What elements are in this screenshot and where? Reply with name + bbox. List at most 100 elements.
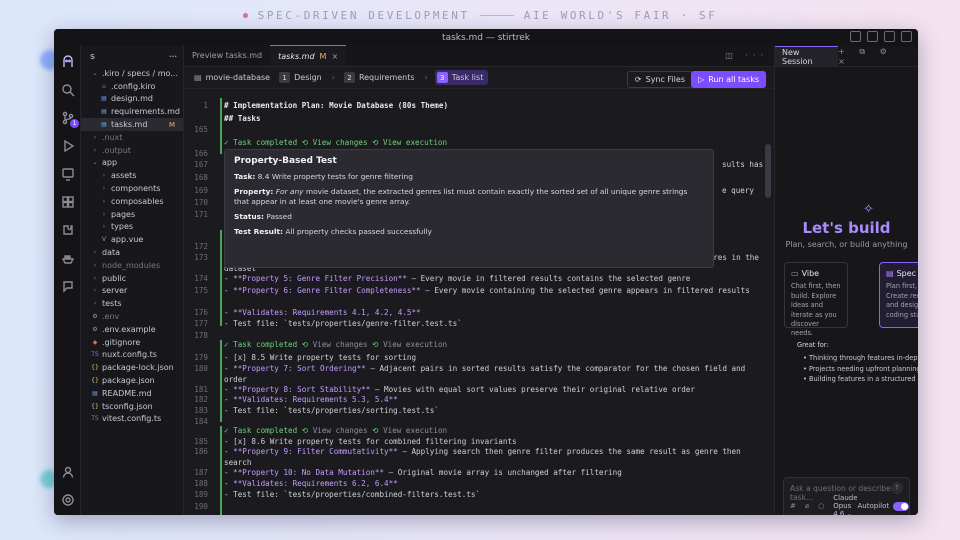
tree-item[interactable]: {} package.json <box>81 374 183 387</box>
settings-gear-icon[interactable] <box>60 492 75 507</box>
sync-files-button[interactable]: ⟳ Sync Files <box>626 71 693 88</box>
line-number: 184 <box>194 417 208 426</box>
tree-item[interactable]: TS nuxt.config.ts <box>81 349 183 362</box>
code-line: ## Tasks <box>224 114 261 123</box>
editor-actions[interactable]: ◫ ··· <box>725 51 768 60</box>
vue-icon: V <box>101 236 107 244</box>
tree-item[interactable]: ▤ tasks.md M <box>81 118 183 131</box>
model-label: Claude Opus 4.6 <box>833 494 858 515</box>
layout-icon[interactable] <box>867 31 878 42</box>
tab-preview-tasks[interactable]: Preview tasks.md <box>184 45 270 66</box>
tree-item[interactable]: › tests <box>81 297 183 310</box>
split-icon[interactable] <box>884 31 895 42</box>
code-line: - **Property 7: Sort Ordering** — Adjace… <box>224 364 746 384</box>
gear-icon: ⚙ <box>92 313 98 321</box>
ide-window: tasks.md — stirtrek 1 S ··· ⌄ .kiro / spe… <box>54 29 918 515</box>
tree-item[interactable]: › .nuxt <box>81 131 183 144</box>
tree-item[interactable]: Vapp.vue <box>81 233 183 246</box>
search-icon[interactable] <box>60 82 75 97</box>
kiro-icon[interactable] <box>60 54 75 69</box>
view-changes-link[interactable]: View changes <box>313 426 368 435</box>
view-changes-link[interactable]: View changes <box>313 340 368 349</box>
tree-item[interactable]: › pages <box>81 208 183 221</box>
editor-scrollbar[interactable] <box>765 144 771 198</box>
tree-item-label: .env.example <box>102 324 156 334</box>
source-control-icon[interactable]: 1 <box>60 110 79 128</box>
toggle-switch[interactable] <box>893 501 910 511</box>
tree-item[interactable]: {} package-lock.json <box>81 361 183 374</box>
tree-item[interactable]: ▤ requirements.md <box>81 105 183 118</box>
run-all-tasks-button[interactable]: ▷ Run all tasks <box>691 71 766 88</box>
remote-explorer-icon[interactable] <box>60 166 75 181</box>
tab-tasks-md[interactable]: tasks.md M × <box>270 45 347 66</box>
tree-item[interactable]: TS vitest.config.ts <box>81 413 183 426</box>
step-requirements[interactable]: 2 Requirements <box>342 70 420 85</box>
tree-item[interactable]: › public <box>81 272 183 285</box>
docker-icon[interactable] <box>60 250 75 265</box>
tree-item[interactable]: ◆ .gitignore <box>81 336 183 349</box>
git-change-marker <box>220 340 222 422</box>
tree-item[interactable]: › data <box>81 246 183 259</box>
bullet-text: Thinking through features in-depth <box>809 354 918 363</box>
task-status-line[interactable]: ✓ Task completed ⟲ View changes ⟲ View e… <box>224 340 762 349</box>
markdown-icon: ▤ <box>92 389 98 397</box>
tree-item-label: .nuxt <box>102 132 123 142</box>
spec-mode-card[interactable]: ▤Spec Plan first, then build. Create req… <box>879 262 918 328</box>
tree-item[interactable]: ▤ design.md <box>81 93 183 106</box>
view-execution-link[interactable]: View execution <box>383 340 447 349</box>
tree-item[interactable]: › composables <box>81 195 183 208</box>
step-number: 3 <box>436 72 448 83</box>
line-number: 174 <box>194 274 208 283</box>
step-task-list[interactable]: 3 Task list <box>434 70 489 85</box>
step-number: 1 <box>279 72 291 83</box>
vibe-mode-card[interactable]: ▭ Vibe Chat first, then build. Explore id… <box>784 262 848 337</box>
bullet-text: Building features in a structured way <box>809 375 918 384</box>
step-design[interactable]: 1 Design <box>277 70 327 85</box>
tree-item[interactable]: ⌄ .kiro / specs / mo... <box>81 67 183 80</box>
paperclip-icon[interactable]: ⌀ <box>805 502 809 510</box>
puzzle-icon[interactable] <box>60 222 75 237</box>
explorer-more-icon[interactable]: ··· <box>169 53 177 61</box>
view-execution-link[interactable]: View execution <box>383 426 447 435</box>
tree-item[interactable]: ▤ README.md <box>81 387 183 400</box>
tree-item[interactable]: ⚙ .env <box>81 310 183 323</box>
account-avatar-icon[interactable] <box>60 464 75 479</box>
line-number: 190 <box>194 502 208 511</box>
great-for-item: • Building features in a structured way <box>797 374 918 384</box>
hash-icon[interactable]: # <box>790 502 796 510</box>
chat-tools[interactable]: + ⧉ ⚙ × <box>838 47 912 66</box>
tree-item-label: .kiro / specs / mo... <box>102 68 178 78</box>
tree-item[interactable]: › server <box>81 285 183 298</box>
banner-right-text: AIE WORLD'S FAIR · SF <box>523 8 718 22</box>
popup-property: Property: For any movie dataset, the ext… <box>234 187 704 207</box>
send-arrow-icon[interactable]: ↑ <box>891 482 903 494</box>
tree-item-label: composables <box>111 196 164 206</box>
chevron-right-icon: › <box>93 274 97 282</box>
extensions-icon[interactable] <box>60 194 75 209</box>
tree-item[interactable]: › node_modules <box>81 259 183 272</box>
autopilot-toggle[interactable]: Autopilot <box>858 501 910 511</box>
tree-item[interactable]: ⚙ .env.example <box>81 323 183 336</box>
tree-item[interactable]: › assets <box>81 169 183 182</box>
tree-item-label: tests <box>102 299 122 309</box>
tree-item[interactable]: ▫ .config.kiro <box>81 80 183 93</box>
task-status-line[interactable]: ✓ Task completed ⟲ View changes ⟲ View e… <box>224 426 762 435</box>
circle-icon[interactable]: ○ <box>818 502 824 510</box>
chat-icon[interactable] <box>60 278 75 293</box>
tree-item[interactable]: › .output <box>81 144 183 157</box>
line-number: 166 <box>194 149 208 158</box>
tree-item[interactable]: ⌄ app <box>81 157 183 170</box>
tree-item[interactable]: › types <box>81 221 183 234</box>
account-icon[interactable] <box>901 31 912 42</box>
step-label: Design <box>294 73 322 82</box>
run-debug-icon[interactable] <box>60 138 75 153</box>
close-icon[interactable]: × <box>331 52 338 61</box>
task-status-line[interactable]: ✓ Task completed ⟲ View changes ⟲ View e… <box>224 138 762 147</box>
tree-item[interactable]: › components <box>81 182 183 195</box>
toggle-panel-icon[interactable] <box>850 31 861 42</box>
line-number: 176 <box>194 308 208 317</box>
tree-item[interactable]: {} tsconfig.json <box>81 400 183 413</box>
ts-icon: TS <box>91 415 99 423</box>
model-selector[interactable]: Claude Opus 4.6 ⌄ <box>833 494 857 515</box>
tab-new-session[interactable]: New Session <box>775 45 839 67</box>
